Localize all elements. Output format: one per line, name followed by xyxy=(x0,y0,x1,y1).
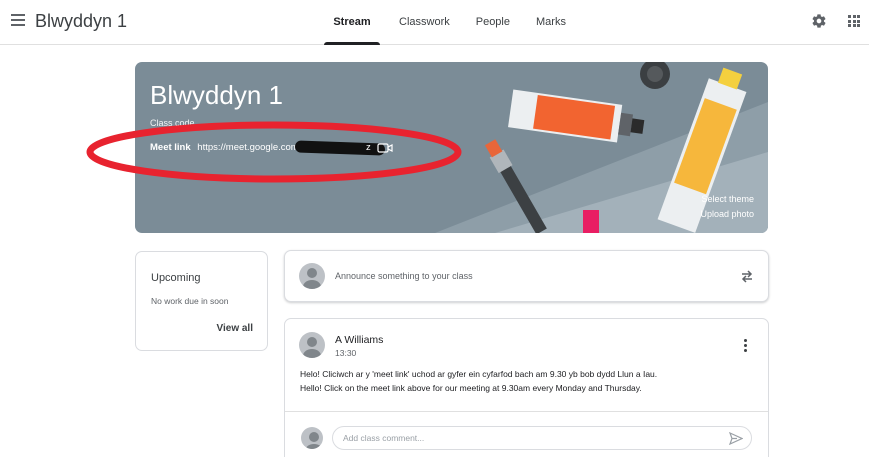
gear-icon[interactable] xyxy=(811,13,827,29)
more-options-icon[interactable] xyxy=(744,339,748,353)
post-text-english: Hello! Click on the meet link above for … xyxy=(300,383,642,393)
comment-avatar xyxy=(301,427,323,449)
announce-box[interactable]: Announce something to your class xyxy=(284,250,769,302)
announce-placeholder: Announce something to your class xyxy=(335,271,473,281)
divider xyxy=(285,411,768,412)
send-icon[interactable] xyxy=(729,432,743,445)
upcoming-title: Upcoming xyxy=(151,272,201,284)
tab-bar: Stream Classwork People Marks xyxy=(320,0,577,45)
upcoming-card: Upcoming No work due in soon View all xyxy=(135,251,268,351)
post-author: A Williams xyxy=(335,334,384,346)
class-title[interactable]: Blwyddyn 1 xyxy=(35,11,127,32)
hamburger-menu-icon[interactable] xyxy=(11,14,25,26)
select-theme-link[interactable]: Select theme xyxy=(701,194,754,204)
avatar xyxy=(299,332,325,358)
tab-classwork[interactable]: Classwork xyxy=(388,0,461,45)
comment-placeholder: Add class comment... xyxy=(343,433,425,443)
avatar xyxy=(299,263,325,289)
post-time: 13:30 xyxy=(335,348,357,358)
repost-icon[interactable] xyxy=(740,268,754,284)
post-text-welsh: Helo! Cliciwch ar y 'meet link' uchod ar… xyxy=(300,369,658,379)
class-comment-input[interactable]: Add class comment... xyxy=(332,426,752,450)
banner-class-title: Blwyddyn 1 xyxy=(150,80,283,110)
tab-people[interactable]: People xyxy=(465,0,521,45)
upload-photo-link[interactable]: Upload photo xyxy=(700,209,754,219)
red-circle-annotation xyxy=(86,121,462,183)
view-all-link[interactable]: View all xyxy=(216,323,253,334)
upcoming-empty-text: No work due in soon xyxy=(151,296,229,306)
tab-marks[interactable]: Marks xyxy=(525,0,577,45)
apps-grid-icon[interactable] xyxy=(848,15,860,27)
tab-stream[interactable]: Stream xyxy=(320,0,384,45)
top-app-bar: Blwyddyn 1 Stream Classwork People Marks xyxy=(0,0,869,45)
stream-post: A Williams 13:30 Helo! Cliciwch ar y 'me… xyxy=(284,318,769,457)
